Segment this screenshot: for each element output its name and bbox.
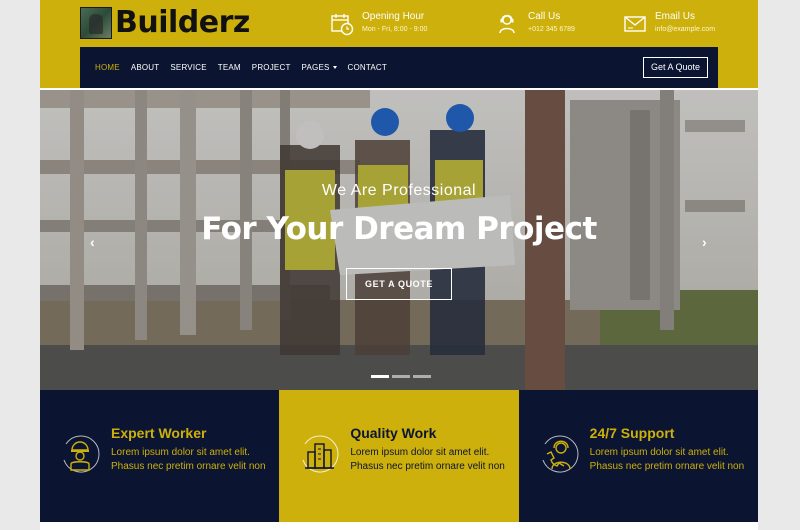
nav-item-home[interactable]: HOME [95,63,120,72]
hero-title: For Your Dream Project [201,211,597,247]
email-us-value[interactable]: info@example.com [655,25,715,35]
calendar-clock-icon [331,14,354,36]
carousel-dot-2[interactable] [392,375,410,378]
caret-down-icon [332,66,337,70]
feature-text-expert-worker: Lorem ipsum dolor sit amet elit. Phasus … [111,447,266,472]
nav-item-team[interactable]: TEAM [218,63,241,72]
nav-item-pages-label: PAGES [301,63,330,72]
top-bar: Builderz Opening Hour Mon - Fri, 8:00 - … [40,0,758,88]
feature-title-expert-worker: Expert Worker [111,425,207,441]
nav-item-service[interactable]: SERVICE [170,63,206,72]
email-us-title: Email Us [655,11,696,22]
building-icon [302,435,339,473]
worker-icon [63,435,100,473]
get-a-quote-button[interactable]: Get A Quote [642,57,708,78]
hero-get-a-quote-button[interactable]: GET A QUOTE [346,268,452,300]
feature-quality-work: Quality Work Lorem ipsum dolor sit amet … [279,390,519,522]
feature-text-support: Lorem ipsum dolor sit amet elit. Phasus … [589,447,745,472]
nav-item-contact[interactable]: CONTACT [348,63,387,72]
logo[interactable]: Builderz [80,7,250,39]
feature-title-support: 24/7 Support [589,425,675,441]
feature-text-quality-work: Lorem ipsum dolor sit amet elit. Phasus … [350,447,505,472]
carousel-prev-arrow-icon[interactable]: ‹ [90,234,95,250]
envelope-icon [624,16,646,32]
nav-item-project[interactable]: PROJECT [252,63,291,72]
feature-title-quality-work: Quality Work [350,425,437,441]
carousel-dot-1[interactable] [371,375,389,378]
brand-name: Builderz [115,5,250,40]
feature-support: 24/7 Support Lorem ipsum dolor sit amet … [518,390,758,522]
main-nav: HOME ABOUT SERVICE TEAM PROJECT PAGES CO… [80,47,718,88]
hero-subtitle: We Are Professional [321,182,477,199]
opening-hour-info: Opening Hour Mon - Fri, 8:00 - 9:00 [330,10,427,36]
call-us-value[interactable]: +012 345 6789 [528,25,575,35]
opening-hour-value: Mon - Fri, 8:00 - 9:00 [362,26,428,33]
email-us-info: Email Us info@example.com [623,10,715,36]
nav-item-pages-dropdown[interactable]: PAGES [302,63,337,72]
carousel-dot-3[interactable] [413,375,431,378]
carousel-indicators [371,375,434,378]
nav-menu: HOME ABOUT SERVICE TEAM PROJECT PAGES CO… [95,47,398,88]
nav-item-about[interactable]: ABOUT [131,63,160,72]
carousel-next-arrow-icon[interactable]: › [702,234,707,250]
opening-hour-title: Opening Hour [362,11,425,22]
page: Builderz Opening Hour Mon - Fri, 8:00 - … [40,0,758,530]
hero-carousel: We Are Professional For Your Dream Proje… [40,90,758,390]
features-section: Expert Worker Lorem ipsum dolor sit amet… [40,390,758,522]
logo-image [80,7,112,39]
support-icon [542,435,579,473]
call-us-info: Call Us +012 345 6789 [496,10,575,36]
phone-support-icon [499,14,515,34]
call-us-title: Call Us [528,11,561,22]
feature-expert-worker: Expert Worker Lorem ipsum dolor sit amet… [40,390,280,522]
